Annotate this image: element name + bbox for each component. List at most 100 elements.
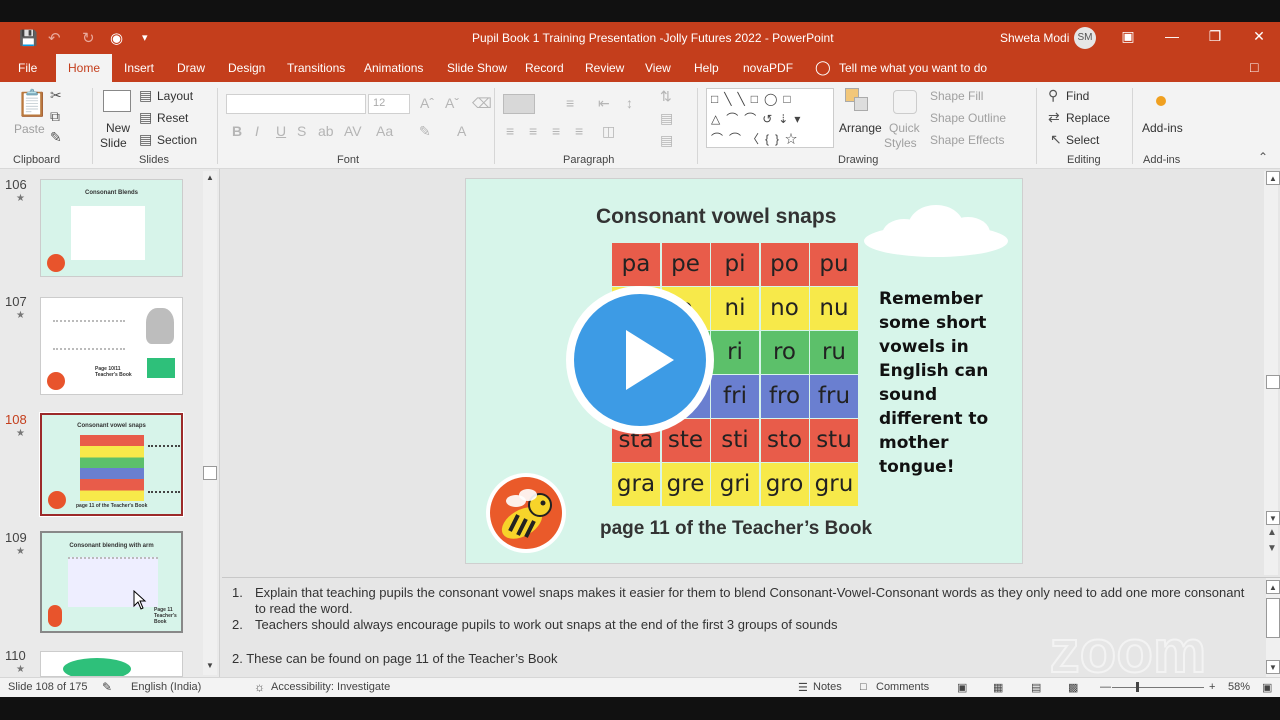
normal-view-icon[interactable]: ▣ <box>957 681 967 694</box>
line-spacing-icon[interactable]: ↕ <box>626 95 633 111</box>
font-name-box[interactable] <box>226 94 366 114</box>
video-play-button[interactable] <box>566 286 714 434</box>
slide-thumbnail-109[interactable]: Consonant blending with arm Page 11 Teac… <box>40 531 183 633</box>
slide-thumbnail-110[interactable] <box>40 651 183 677</box>
scroll-down-icon[interactable]: ▼ <box>203 659 217 673</box>
tab-home[interactable]: Home <box>56 54 113 82</box>
collapse-ribbon-icon[interactable]: ⌃ <box>1258 150 1268 164</box>
comments-icon[interactable]: □ <box>860 681 867 693</box>
notes-button[interactable]: Notes <box>813 681 842 693</box>
new-slide-button[interactable]: New <box>106 121 130 135</box>
underline-icon[interactable]: U <box>276 123 286 139</box>
change-case-icon[interactable]: Aa <box>376 123 393 139</box>
tab-draw[interactable]: Draw <box>177 61 205 75</box>
language-indicator[interactable]: English (India) <box>131 681 201 693</box>
new-slide-icon[interactable] <box>103 90 131 112</box>
minimize-button[interactable]: — <box>1162 28 1182 44</box>
columns-icon[interactable]: ◫ <box>602 123 615 140</box>
shape-effects-button[interactable]: Shape Effects <box>930 133 1005 147</box>
fit-slide-icon[interactable]: ▣ <box>1262 681 1272 694</box>
accessibility-icon[interactable]: ☼ <box>254 680 265 694</box>
strikethrough-icon[interactable]: ab <box>318 123 334 139</box>
next-slide-icon[interactable]: ▼ <box>1267 543 1277 554</box>
scroll-down-icon[interactable]: ▼ <box>1266 660 1280 674</box>
zoom-slider[interactable] <box>1112 687 1204 688</box>
tab-file[interactable]: File <box>18 61 37 75</box>
slide-canvas[interactable]: Consonant vowel snaps papepipopueninonur… <box>465 178 1023 564</box>
tab-review[interactable]: Review <box>585 61 624 75</box>
slide-thumbnail-106[interactable]: Consonant Blends <box>40 179 183 277</box>
zoom-level[interactable]: 58% <box>1228 681 1250 693</box>
ribbon-display-icon[interactable]: ▣ <box>1118 28 1138 45</box>
align-right-icon[interactable]: ≡ <box>552 123 560 139</box>
tab-novapdf[interactable]: novaPDF <box>743 61 793 75</box>
avatar[interactable]: SM <box>1074 27 1096 49</box>
previous-slide-icon[interactable]: ▲ <box>1267 527 1277 538</box>
new-slide-button-line2[interactable]: Slide <box>100 136 127 150</box>
reset-button[interactable]: Reset <box>157 111 188 125</box>
character-spacing-icon[interactable]: AV <box>344 123 362 139</box>
align-center-icon[interactable]: ≡ <box>529 123 537 139</box>
replace-button[interactable]: Replace <box>1066 111 1110 125</box>
align-left-icon[interactable]: ≡ <box>506 123 514 139</box>
restore-button[interactable]: ❐ <box>1205 28 1225 45</box>
thumbnail-scrollbar[interactable] <box>203 171 217 675</box>
scroll-thumb[interactable] <box>1266 375 1280 389</box>
tab-record[interactable]: Record <box>525 61 564 75</box>
slide-thumbnail-108[interactable]: Consonant vowel snaps page 11 of the Tea… <box>39 412 184 517</box>
decrease-font-icon[interactable]: Aˇ <box>445 95 459 111</box>
customize-qat-icon[interactable]: ▾ <box>142 31 148 44</box>
tell-me-search[interactable]: Tell me what you want to do <box>839 61 987 75</box>
tab-transitions[interactable]: Transitions <box>287 61 345 75</box>
arrange-button[interactable]: Arrange <box>839 121 882 135</box>
quick-styles-button[interactable]: Quick <box>889 121 920 135</box>
tab-design[interactable]: Design <box>228 61 265 75</box>
scroll-up-icon[interactable]: ▲ <box>1266 171 1280 185</box>
cut-icon[interactable]: ✂ <box>50 87 62 104</box>
comments-button[interactable]: Comments <box>876 681 929 693</box>
spelling-check-icon[interactable]: ✎ <box>102 680 112 694</box>
tab-insert[interactable]: Insert <box>124 61 154 75</box>
format-painter-icon[interactable]: ✎ <box>50 129 62 146</box>
shape-fill-button[interactable]: Shape Fill <box>930 89 983 103</box>
bold-icon[interactable]: B <box>232 123 242 139</box>
find-button[interactable]: Find <box>1066 89 1089 103</box>
undo-icon[interactable]: ↶ <box>48 29 61 47</box>
shapes-gallery[interactable]: □╲╲□◯□ △⌒⌒↺⇣▾ ⌒⌒〈{}☆ <box>706 88 834 148</box>
bullets-icon[interactable] <box>503 94 535 114</box>
close-button[interactable]: ✕ <box>1249 28 1269 45</box>
justify-icon[interactable]: ≡ <box>575 123 583 139</box>
notes-icon[interactable]: ☰ <box>798 681 808 694</box>
highlight-icon[interactable]: ✎ <box>419 123 431 140</box>
paste-button[interactable]: Paste <box>14 122 45 136</box>
present-from-beginning-icon[interactable]: ◉ <box>110 29 123 47</box>
shape-outline-button[interactable]: Shape Outline <box>930 111 1006 125</box>
scroll-down-icon[interactable]: ▼ <box>1266 511 1280 525</box>
paste-icon[interactable]: 📋 <box>16 88 48 119</box>
scroll-up-icon[interactable]: ▲ <box>203 171 217 185</box>
align-text-icon[interactable]: ▤ <box>660 110 673 127</box>
select-button[interactable]: Select <box>1066 133 1099 147</box>
scroll-thumb[interactable] <box>203 466 217 480</box>
tab-slide-show[interactable]: Slide Show <box>447 61 507 75</box>
increase-font-icon[interactable]: Aˆ <box>420 95 434 111</box>
accessibility-status[interactable]: Accessibility: Investigate <box>271 681 390 693</box>
italic-icon[interactable]: I <box>255 123 259 139</box>
numbering-icon[interactable]: ≡ <box>566 95 574 111</box>
text-direction-icon[interactable]: ⇅ <box>660 88 672 105</box>
slide-sorter-icon[interactable]: ▦ <box>993 681 1003 694</box>
save-icon[interactable]: 💾 <box>19 29 38 47</box>
shadow-icon[interactable]: S <box>297 123 306 139</box>
slide-thumbnail-107[interactable]: Page 10/11 Teacher's Book <box>40 297 183 395</box>
section-button[interactable]: Section <box>157 133 197 147</box>
tab-view[interactable]: View <box>645 61 671 75</box>
add-ins-button[interactable]: Add-ins <box>1142 121 1183 135</box>
scroll-up-icon[interactable]: ▲ <box>1266 580 1280 594</box>
tab-animations[interactable]: Animations <box>364 61 423 75</box>
font-color-icon[interactable]: A <box>457 123 466 139</box>
quick-styles-button-line2[interactable]: Styles <box>884 136 917 150</box>
quick-styles-icon[interactable] <box>893 90 917 114</box>
redo-icon[interactable]: ↻ <box>82 29 95 47</box>
comments-icon[interactable]: □ <box>1250 59 1258 75</box>
decrease-indent-icon[interactable]: ⇤ <box>598 95 610 112</box>
